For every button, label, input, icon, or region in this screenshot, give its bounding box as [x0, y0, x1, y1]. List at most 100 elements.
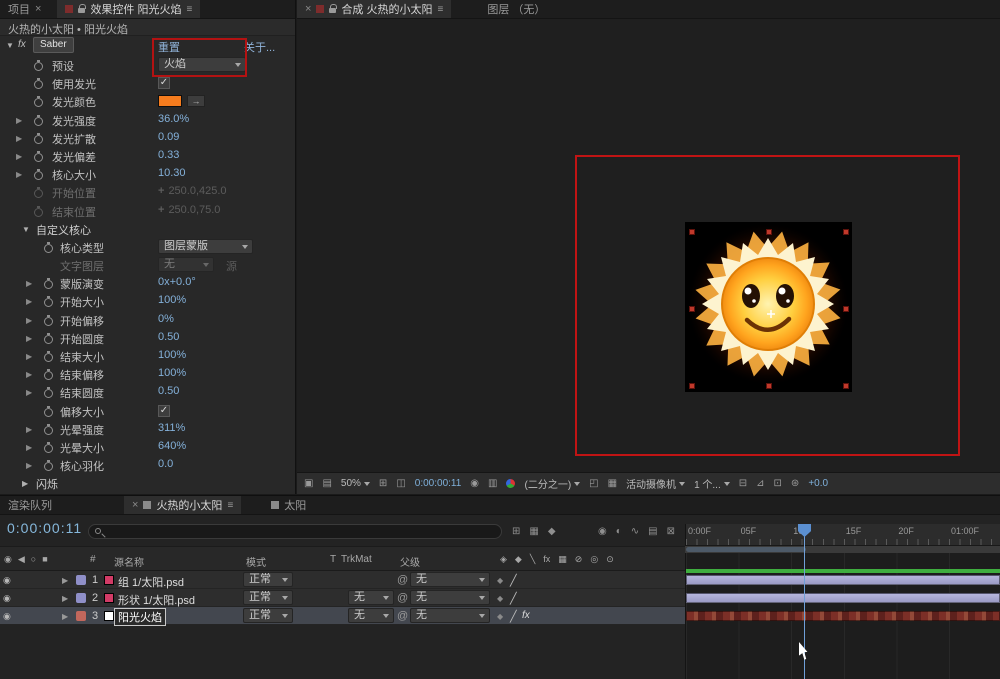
grid-guides-icon[interactable]: ⊞: [379, 478, 387, 489]
tab-composition[interactable]: × 合成 火热的小太阳 ≡: [297, 0, 451, 18]
effect-property-row[interactable]: ▶开始偏移0%: [0, 311, 295, 329]
column-trkmat[interactable]: TrkMat: [341, 554, 372, 565]
checkbox[interactable]: ✓: [158, 77, 170, 89]
parent-pickwhip-icon[interactable]: @: [397, 574, 408, 586]
effect-property-row[interactable]: ▶发光强度36.0%: [0, 111, 295, 129]
group-arrow-icon[interactable]: ▶: [22, 479, 28, 488]
time-ruler[interactable]: 0:00F05F10F15F20F01:00F: [685, 524, 1000, 546]
stopwatch-icon[interactable]: [44, 424, 54, 434]
shy-switch-icon[interactable]: ◆: [497, 594, 503, 603]
search-input[interactable]: [88, 524, 502, 539]
shy-switch-icon[interactable]: ◆: [497, 576, 503, 585]
blend-mode-dropdown[interactable]: 正常: [243, 590, 293, 605]
column-number[interactable]: #: [90, 554, 96, 565]
close-icon[interactable]: ×: [132, 499, 138, 511]
effect-property-row[interactable]: ▶闪烁: [0, 474, 295, 492]
resolution-select[interactable]: (二分之一): [524, 476, 580, 491]
effect-property-row[interactable]: 使用发光✓: [0, 74, 295, 92]
tab-sun-comp[interactable]: 太阳: [263, 496, 314, 514]
layer-duration-bar[interactable]: [686, 611, 1000, 621]
property-value[interactable]: 100%: [158, 367, 186, 379]
reset-button[interactable]: 重置: [158, 39, 180, 55]
show-channels-icon[interactable]: [506, 479, 515, 488]
trkmat-dropdown[interactable]: 无: [348, 608, 394, 623]
parent-dropdown[interactable]: 无: [410, 590, 490, 605]
layer-arrow-icon[interactable]: ▶: [62, 576, 68, 585]
layer-arrow-icon[interactable]: ▶: [62, 612, 68, 621]
expand-arrow-icon[interactable]: ▶: [16, 152, 22, 161]
effect-property-row[interactable]: 发光颜色→: [0, 92, 295, 110]
switches-column-icon[interactable]: ╲: [530, 554, 535, 565]
effect-property-row[interactable]: ▶发光偏差0.33: [0, 147, 295, 165]
stopwatch-icon[interactable]: [44, 387, 54, 397]
exposure-icon[interactable]: ⊛: [791, 478, 799, 489]
pixel-aspect-icon[interactable]: ⊟: [739, 478, 747, 489]
quality-switch-icon[interactable]: ╱: [510, 592, 517, 605]
stopwatch-icon[interactable]: [44, 333, 54, 343]
switches-column-icon[interactable]: ⊙: [606, 554, 614, 565]
fx-badge[interactable]: fx: [18, 39, 26, 50]
tab-timeline-comp[interactable]: × 火热的小太阳 ≡: [124, 496, 241, 514]
label-color-chip[interactable]: [76, 593, 86, 603]
expand-arrow-icon[interactable]: ▶: [26, 461, 32, 470]
expand-arrow-icon[interactable]: ▶: [26, 443, 32, 452]
eye-icon[interactable]: ◉: [3, 575, 11, 586]
tab-render-queue[interactable]: 渲染队列: [0, 496, 60, 514]
layer-duration-bar[interactable]: [686, 575, 1000, 585]
timeline-button-icon[interactable]: ⊡: [774, 478, 782, 489]
property-value[interactable]: 10.30: [158, 167, 186, 179]
effect-property-row[interactable]: 偏移大小✓: [0, 402, 295, 420]
parent-pickwhip-icon[interactable]: @: [397, 610, 408, 622]
effect-property-row[interactable]: ▶开始大小100%: [0, 292, 295, 310]
work-area-bar[interactable]: [685, 546, 1000, 553]
expand-arrow-icon[interactable]: ▶: [26, 352, 32, 361]
property-value[interactable]: 0.0: [158, 458, 173, 470]
timeline-layer-row[interactable]: ◉▶1组 1/太阳.psd正常@无◆╱: [0, 571, 685, 589]
effect-property-row[interactable]: 开始位置+250.0,425.0: [0, 183, 295, 201]
stopwatch-icon[interactable]: [34, 169, 44, 179]
effect-name[interactable]: Saber: [33, 37, 74, 53]
zoom-select[interactable]: 50%: [341, 478, 370, 489]
label-color-chip[interactable]: [76, 611, 86, 621]
av-column-icon[interactable]: ■: [42, 554, 47, 565]
group-arrow-icon[interactable]: ▼: [22, 225, 30, 234]
effect-property-row[interactable]: ▶核心大小10.30: [0, 165, 295, 183]
effect-property-row[interactable]: ▶开始圆度0.50: [0, 329, 295, 347]
layer-handle[interactable]: [766, 383, 772, 389]
stopwatch-icon[interactable]: [44, 296, 54, 306]
property-value[interactable]: 311%: [158, 422, 185, 434]
property-value[interactable]: 0x+0.0°: [158, 276, 196, 288]
view-layout-select[interactable]: 1 个...: [694, 476, 730, 491]
switches-column-icon[interactable]: ◎: [590, 554, 598, 565]
switches-column-icon[interactable]: fx: [543, 554, 550, 565]
expand-arrow-icon[interactable]: ▶: [26, 370, 32, 379]
monitor-icon[interactable]: ▣: [304, 478, 313, 489]
checkbox[interactable]: ✓: [158, 405, 170, 417]
expand-arrow-icon[interactable]: ▶: [26, 279, 32, 288]
expand-arrow-icon[interactable]: ▶: [16, 134, 22, 143]
close-icon[interactable]: ×: [35, 3, 41, 15]
stopwatch-icon[interactable]: [34, 78, 44, 88]
effect-property-row[interactable]: ▶光晕强度311%: [0, 420, 295, 438]
expand-arrow-icon[interactable]: ▶: [16, 116, 22, 125]
blend-mode-dropdown[interactable]: 正常: [243, 608, 293, 623]
shy-switch-icon[interactable]: ◆: [497, 612, 503, 621]
expand-arrow-icon[interactable]: ▶: [26, 316, 32, 325]
timeline-view-icon[interactable]: ∿: [631, 526, 639, 537]
lock-icon[interactable]: [329, 8, 336, 13]
effect-property-row[interactable]: ▶结束大小100%: [0, 347, 295, 365]
layer-handle[interactable]: [689, 306, 695, 312]
comp-viewer[interactable]: [297, 19, 1000, 472]
region-of-interest-icon[interactable]: ◰: [589, 478, 598, 489]
quality-switch-icon[interactable]: ╱: [510, 574, 517, 587]
stopwatch-icon[interactable]: [34, 133, 44, 143]
stopwatch-icon[interactable]: [44, 242, 54, 252]
switches-column-icon[interactable]: ◆: [515, 554, 522, 565]
effect-property-row[interactable]: ▶结束圆度0.50: [0, 383, 295, 401]
tab-effect-controls[interactable]: 效果控件 阳光火焰 ≡: [57, 0, 200, 18]
eye-icon[interactable]: ◉: [3, 611, 11, 622]
effects-badge[interactable]: fx: [522, 610, 530, 621]
timeline-toolbar-icon[interactable]: ▦: [529, 526, 538, 537]
property-value[interactable]: 0.50: [158, 385, 179, 397]
show-snapshot-icon[interactable]: ▥: [488, 478, 497, 489]
